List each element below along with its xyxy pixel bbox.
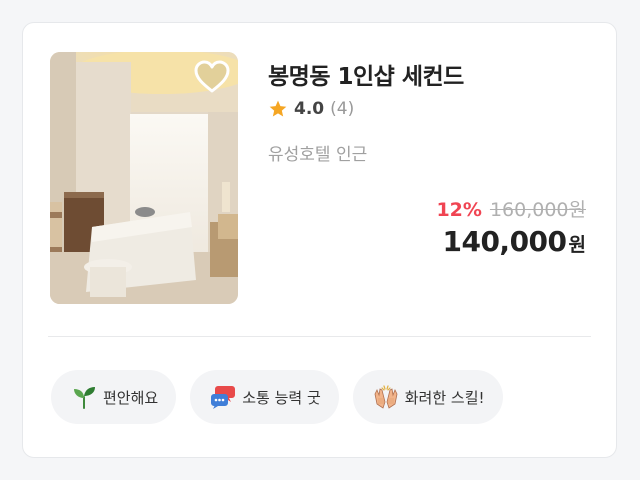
listing-title[interactable]: 봉명동 1인샵 세컨드 [268,57,464,91]
speech-bubbles-icon [211,386,236,409]
rating: 4.0 (4) [268,99,354,119]
listing-card[interactable]: 봉명동 1인샵 세컨드 4.0 (4) 유성호텔 인근 12% 160,000원… [22,22,617,458]
currency-unit: 원 [568,234,586,256]
location-text: 유성호텔 인근 [268,145,368,165]
rating-value: 4.0 [294,99,325,119]
price-discount-row: 12% 160,000원 [436,195,586,222]
final-price-row: 140,000 원 [442,225,586,258]
divider [48,336,591,337]
final-price: 140,000 [442,225,567,258]
tag-comfortable[interactable]: 편안해요 [51,370,177,424]
tag-label: 소통 능력 굿 [242,388,321,407]
tag-good-communication[interactable]: 소통 능력 굿 [190,370,339,424]
tag-label: 편안해요 [103,388,159,407]
star-icon [269,100,287,117]
discount-rate: 12% [436,199,482,221]
original-price: 160,000원 [489,199,586,221]
favorite-heart-icon[interactable] [193,59,231,95]
tag-great-skill[interactable]: 화려한 스킬! [352,370,503,424]
review-count: (4) [330,99,355,119]
sprout-icon [74,387,95,409]
review-tags: 편안해요 소통 능력 굿 화려한 스킬! [51,370,503,424]
tag-label: 화려한 스킬! [404,388,485,407]
raised-hands-icon [374,385,398,409]
